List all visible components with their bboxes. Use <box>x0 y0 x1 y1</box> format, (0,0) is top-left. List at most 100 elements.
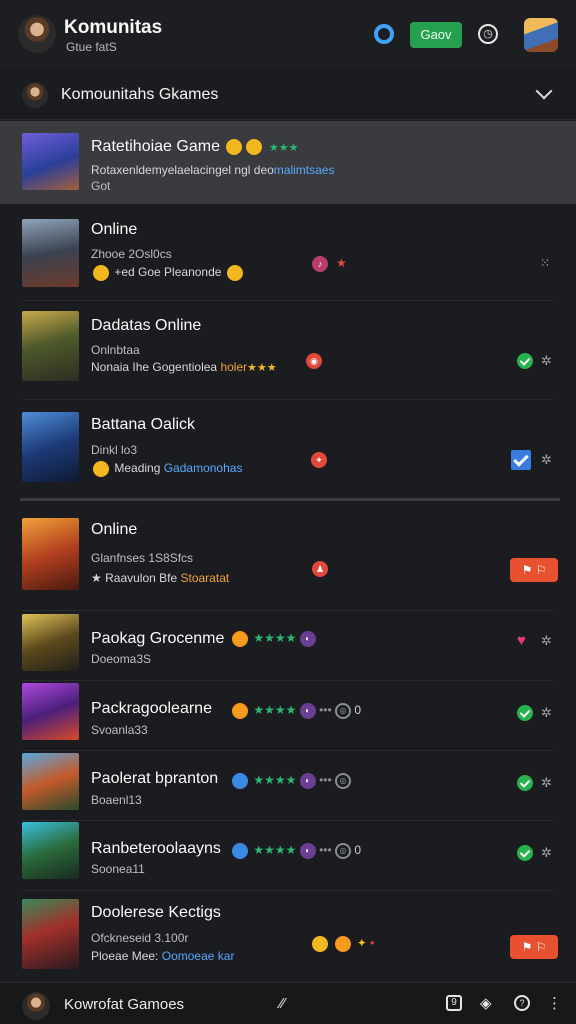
more-vertical-icon[interactable]: ⋮ <box>547 995 562 1013</box>
rating-stars-icon: ★★★★ <box>253 703 297 718</box>
game-thumbnail <box>22 899 79 969</box>
rating-stars-icon: ★★★★ <box>253 631 297 646</box>
star-icon: ★ <box>336 256 347 270</box>
emoji-icon <box>232 703 248 719</box>
game-description: Meading <box>114 461 161 476</box>
discord-icon[interactable]: ◈ <box>480 995 492 1013</box>
gear-icon[interactable]: ✲ <box>541 633 552 649</box>
shield-icon <box>232 773 248 789</box>
game-title: Paolerat bpranton <box>91 770 219 787</box>
app-title: Komunitas <box>64 17 163 38</box>
coin-icon: ◎ <box>335 843 352 859</box>
clock-icon[interactable]: ◷ <box>478 24 498 44</box>
heart-icon[interactable]: ♥ <box>517 633 526 649</box>
bottom-title: Kowrofat Gamoes <box>64 996 185 1013</box>
gear-icon[interactable]: ✲ <box>541 705 552 721</box>
coin-icon: ◎ <box>335 703 352 719</box>
check-icon[interactable] <box>517 775 533 791</box>
game-thumbnail <box>22 133 79 190</box>
list-item[interactable]: Battana Oalick Dinkl lo3 Meading Gadamon… <box>0 400 576 499</box>
list-item[interactable]: Dadatas Online Onlnbtaa Nonaia Ihe Gogen… <box>0 301 576 400</box>
section-avatar <box>22 82 48 108</box>
discord-icon[interactable]: ◐ <box>299 703 316 719</box>
emoji-icon <box>226 265 243 281</box>
list-item[interactable]: Ranbeteroolaayns Soonea11 ★★★★ ◐ ••• ◎ 0… <box>0 821 576 891</box>
list-item[interactable]: Paolerat bpranton Boaenl13 ★★★★ ◐ ••• ◎ … <box>0 751 576 821</box>
game-description: Rotaxenldemyelaelacingel ngl deo <box>91 163 274 177</box>
game-title: Online <box>91 221 138 238</box>
more-dots-icon: ••• <box>319 843 332 858</box>
game-thumbnail <box>22 683 79 740</box>
gear-icon[interactable]: ✲ <box>541 353 552 369</box>
status-badge: ♟ <box>312 561 328 577</box>
game-description: Ploeae Mee: <box>91 949 159 963</box>
section-header[interactable]: Komounitahs Gkames <box>0 70 576 120</box>
game-subtitle: Dinkl lo3 <box>91 443 138 457</box>
game-title: Doolerese Kectigs <box>91 904 221 921</box>
coin-count: 0 <box>354 703 362 718</box>
ring-icon[interactable] <box>374 24 394 44</box>
list-item[interactable]: Packragoolearne Svoanla33 ★★★★ ◐ ••• ◎ 0… <box>0 681 576 751</box>
list-item[interactable]: Paokag Grocenme Doeoma3S ★★★★ ◐ ♥ ✲ <box>0 611 576 681</box>
gear-icon[interactable]: ✲ <box>541 845 552 861</box>
game-title: Packragoolearne <box>91 700 212 717</box>
help-icon[interactable]: ? <box>514 995 530 1011</box>
checkbox[interactable] <box>511 450 531 470</box>
rating-stars-icon: ★★★ <box>247 362 277 374</box>
game-subtitle: Boaenl13 <box>91 793 142 807</box>
top-action-button[interactable]: Gaov <box>410 22 462 48</box>
top-bar: Komunitas Gtue fatS Gaov ◷ <box>0 0 576 68</box>
list-item[interactable]: Doolerese Kectigs Ofckneseid 3.100r Ploe… <box>0 891 576 981</box>
game-description-link[interactable]: Gadamonohas <box>164 461 243 475</box>
chevron-down-icon[interactable] <box>535 82 553 100</box>
star-outline-icon: ★ <box>91 571 102 585</box>
play-button[interactable]: ⚑ ⚐ <box>510 558 558 582</box>
sparkle-icon: ✦ <box>356 936 367 951</box>
game-title: Ratetihoiae Game <box>91 138 220 155</box>
game-tag: holer <box>220 360 248 374</box>
list-item[interactable]: Online Glanfnses 1S8Sfcs ★ Raavulon Bfe … <box>0 501 576 611</box>
discord-icon[interactable]: ◐ <box>299 773 316 789</box>
list-item[interactable]: Online Zhooe 2Osl0cs +ed Goe Pleanonde ♪… <box>0 204 576 301</box>
emoji-icon <box>93 461 109 477</box>
profile-avatar[interactable] <box>524 18 558 52</box>
game-subtitle: Ofckneseid 3.100r <box>91 931 189 945</box>
game-subtitle: Zhooe 2Osl0cs <box>91 247 172 261</box>
discord-icon[interactable]: ◐ <box>299 843 316 859</box>
share-icon[interactable]: 9 <box>446 995 462 1011</box>
gear-icon[interactable]: ✲ <box>541 775 552 791</box>
app-subtitle: Gtue fatS <box>66 40 117 54</box>
more-grid-icon[interactable]: ⁙ <box>540 256 550 270</box>
emoji-icon <box>93 265 109 281</box>
game-description: Raavulon Bfe <box>105 571 178 585</box>
game-thumbnail <box>22 412 79 482</box>
game-title: Paokag Grocenme <box>91 630 225 647</box>
community-avatar[interactable] <box>18 15 56 53</box>
check-icon[interactable] <box>517 353 533 369</box>
check-icon[interactable] <box>517 845 533 861</box>
gear-icon[interactable]: ✲ <box>541 452 552 468</box>
game-title: Battana Oalick <box>91 416 196 433</box>
game-thumbnail <box>22 311 79 381</box>
list-item[interactable]: Ratetihoiae Game ★★★ Rotaxenldemyelaelac… <box>0 121 576 204</box>
dot-icon: • <box>370 936 375 951</box>
more-dots-icon: ••• <box>319 703 332 718</box>
emoji-icon <box>335 936 352 952</box>
shield-icon <box>232 843 248 859</box>
user-avatar[interactable] <box>22 992 50 1020</box>
game-subtitle: Doeoma3S <box>91 652 152 666</box>
check-icon[interactable] <box>517 705 533 721</box>
game-subtitle: Got <box>91 179 111 193</box>
game-description-link[interactable]: Oomoeae kar <box>162 949 235 963</box>
emoji-icon <box>246 138 263 155</box>
edit-icon[interactable]: ⁄⁄ <box>280 995 285 1013</box>
game-description-link[interactable]: malimtsaes <box>274 163 335 177</box>
status-badge: ◉ <box>306 353 322 369</box>
emoji-icon <box>232 631 248 647</box>
game-subtitle: Soonea11 <box>91 862 145 876</box>
discord-icon[interactable]: ◐ <box>299 631 316 647</box>
game-title: Dadatas Online <box>91 317 202 334</box>
game-subtitle: Onlnbtaa <box>91 343 140 357</box>
rating-stars-icon: ★★★ <box>268 142 299 154</box>
play-button[interactable]: ⚑ ⚐ <box>510 935 558 959</box>
